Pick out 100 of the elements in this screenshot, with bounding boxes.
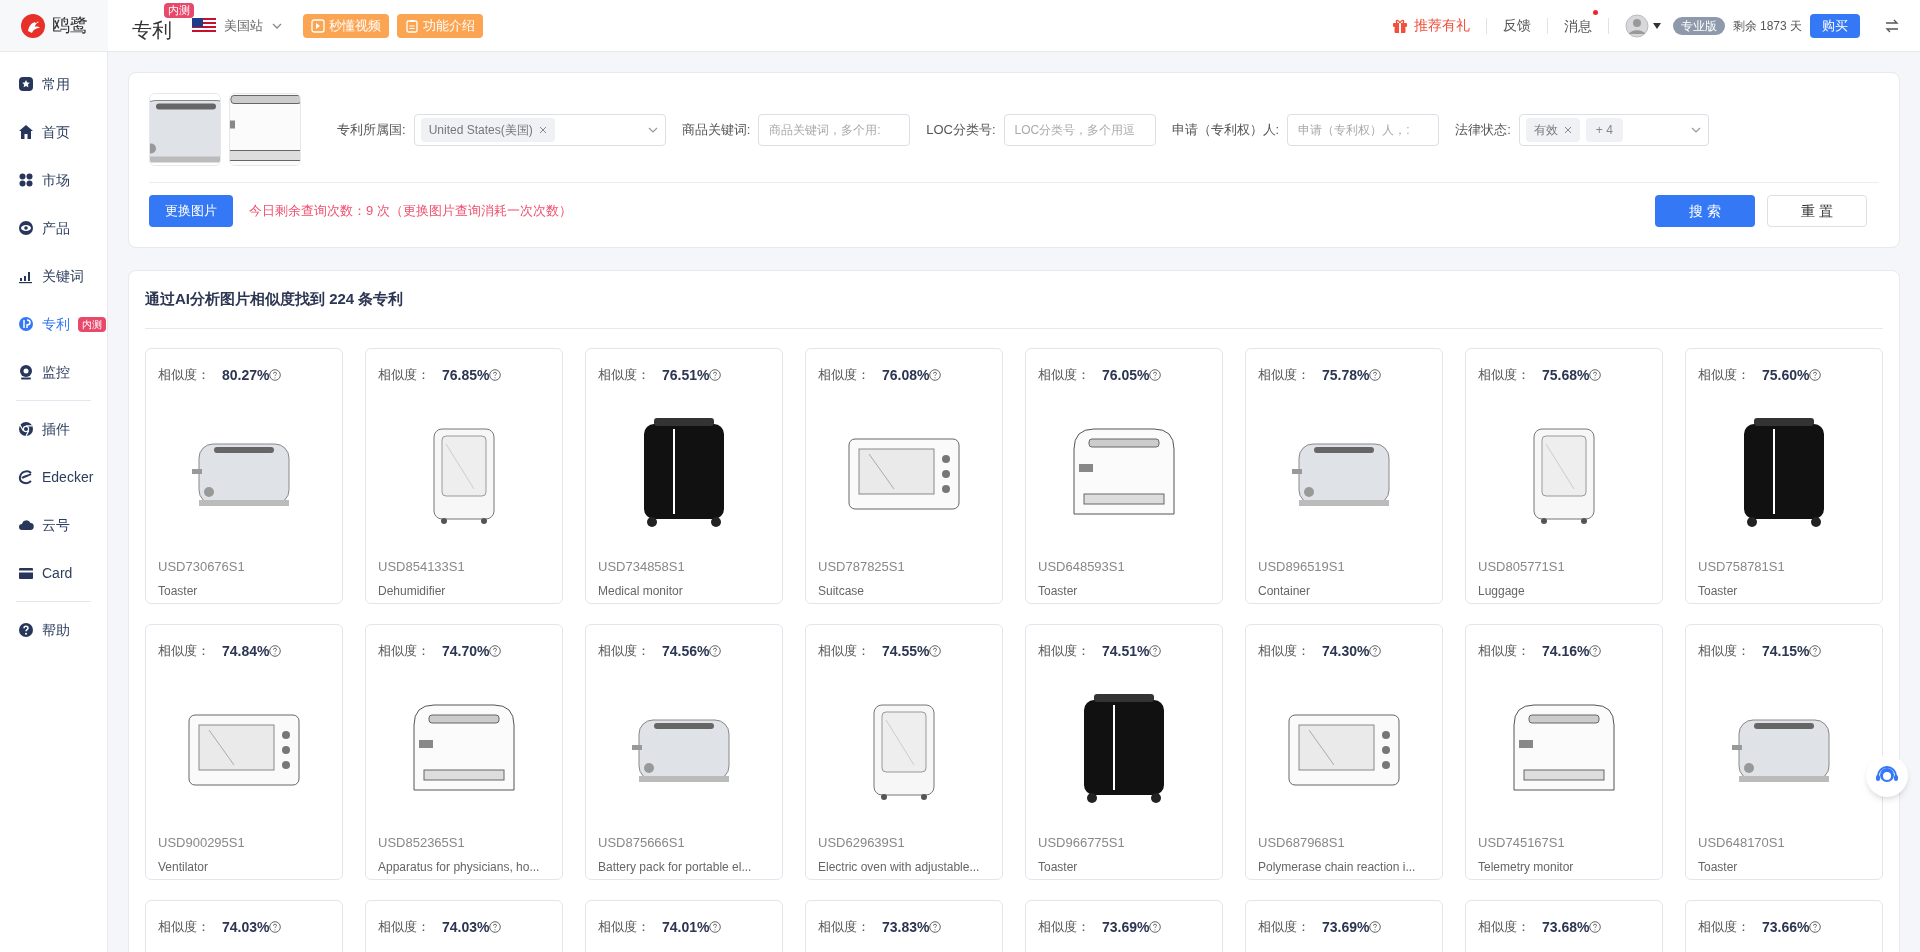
reset-button[interactable]: 重 置 <box>1767 195 1867 227</box>
patent-number: USD745167S1 <box>1478 833 1566 852</box>
help-icon[interactable] <box>929 369 942 381</box>
similarity-label: 相似度： <box>598 642 650 661</box>
close-icon[interactable] <box>538 125 547 134</box>
search-button[interactable]: 搜 索 <box>1655 195 1755 227</box>
help-icon[interactable] <box>1589 369 1602 381</box>
sidebar-item[interactable]: Edecker <box>0 453 107 501</box>
patent-card[interactable]: 相似度： 74.01% <box>585 899 783 952</box>
input-field[interactable]: 申请（专利权）人，: <box>1287 113 1440 146</box>
messages-link[interactable]: 消息 <box>1563 17 1592 34</box>
sidebar-item[interactable]: 帮助 <box>0 606 107 654</box>
help-icon[interactable] <box>709 921 722 933</box>
patent-card[interactable]: 相似度： 74.55% USD629639S1 Electric oven with adjustable... <box>805 623 1003 880</box>
help-icon[interactable] <box>1809 369 1822 381</box>
patent-card[interactable]: 相似度： 75.60% USD758781S1 Toaster <box>1685 347 1883 604</box>
similarity-label: 相似度： <box>818 918 870 937</box>
patent-card[interactable]: 相似度： 74.70% USD852365S1 Apparatus for physicians, ho... <box>365 623 563 880</box>
sidebar-item[interactable]: 产品 <box>0 204 107 252</box>
help-icon[interactable] <box>929 921 942 933</box>
patent-card[interactable]: 相似度： 74.56% USD875666S1 Battery pack for portable el... <box>585 623 783 880</box>
sidebar-item[interactable]: 首页 <box>0 108 107 156</box>
help-icon[interactable] <box>1369 921 1382 933</box>
patent-title: Suitcase <box>818 583 866 600</box>
close-icon[interactable] <box>1563 125 1572 134</box>
sidebar-item[interactable]: 插件 <box>0 405 107 453</box>
sidebar-item[interactable]: 监控 <box>0 348 107 396</box>
patent-card[interactable]: 相似度： 76.05% USD648593S1 Toaster <box>1025 347 1223 604</box>
sidebar-item[interactable]: 常用 <box>0 60 107 108</box>
home-icon <box>18 124 34 140</box>
referral-link[interactable]: 推荐有礼 <box>1391 15 1470 36</box>
select-field[interactable]: United States(美国) <box>413 113 666 146</box>
field-label: 商品关键词: <box>681 120 751 139</box>
sidebar-item[interactable]: 专利 内测 <box>0 300 107 348</box>
sidebar-item[interactable]: 关键词 <box>0 252 107 300</box>
similarity-value: 80.27% <box>222 365 270 385</box>
patent-number: USD629639S1 <box>818 833 906 852</box>
patent-card[interactable]: 相似度： 74.30% USD687968S1 Polymerase chain reaction i... <box>1245 623 1443 880</box>
buy-button[interactable]: 购买 <box>1810 13 1860 38</box>
dropdown-caret-icon[interactable] <box>1652 22 1661 29</box>
patent-card[interactable]: 相似度： 80.27% USD730676S1 Toaster <box>145 347 343 604</box>
help-icon[interactable] <box>269 645 282 657</box>
input-field[interactable]: LOC分类号，多个用逗 <box>1003 113 1156 146</box>
patent-card[interactable]: 相似度： 75.78% USD896519S1 Container <box>1245 347 1443 604</box>
similarity-label: 相似度： <box>1258 642 1310 661</box>
help-icon[interactable] <box>1809 645 1822 657</box>
similarity-label: 相似度： <box>1698 642 1750 661</box>
patent-card[interactable]: 相似度： 74.03% <box>145 899 343 952</box>
patent-card[interactable]: 相似度： 73.68% <box>1465 899 1663 952</box>
patent-card[interactable]: 相似度： 75.68% USD805771S1 Luggage <box>1465 347 1663 604</box>
change-image-button[interactable]: 更换图片 <box>149 195 233 227</box>
patent-card[interactable]: 相似度： 73.66% <box>1685 899 1883 952</box>
similarity-value: 74.70% <box>442 641 490 661</box>
help-icon[interactable] <box>1149 369 1162 381</box>
patent-card[interactable]: 相似度： 74.51% USD966775S1 Toaster <box>1025 623 1223 880</box>
help-icon[interactable] <box>489 645 502 657</box>
help-icon[interactable] <box>709 645 722 657</box>
switch-icon[interactable] <box>1884 17 1900 34</box>
patent-title: Ventilator <box>158 859 210 876</box>
patent-card[interactable]: 相似度： 76.85% USD854133S1 Dehumidifier <box>365 347 563 604</box>
help-icon[interactable] <box>1589 645 1602 657</box>
patent-card[interactable]: 相似度： 74.03% <box>365 899 563 952</box>
similarity-label: 相似度： <box>818 366 870 385</box>
patent-title: Telemetry monitor <box>1478 859 1575 876</box>
help-icon[interactable] <box>1369 369 1382 381</box>
help-icon[interactable] <box>929 645 942 657</box>
similarity-value: 74.84% <box>222 641 270 661</box>
help-icon[interactable] <box>489 921 502 933</box>
input-field[interactable]: 商品关键词，多个用: <box>758 113 911 146</box>
feedback-link[interactable]: 反馈 <box>1502 15 1531 36</box>
field-label: LOC分类号: <box>926 120 996 139</box>
help-icon[interactable] <box>1589 921 1602 933</box>
patent-card[interactable]: 相似度： 74.84% USD900295S1 Ventilator <box>145 623 343 880</box>
help-icon[interactable] <box>489 369 502 381</box>
patent-card[interactable]: 相似度： 73.83% <box>805 899 1003 952</box>
similarity-value: 73.69% <box>1102 917 1150 937</box>
sidebar-item[interactable]: Card <box>0 549 107 597</box>
patent-card[interactable]: 相似度： 74.15% USD648170S1 Toaster <box>1685 623 1883 880</box>
help-icon[interactable] <box>709 369 722 381</box>
help-icon[interactable] <box>1369 645 1382 657</box>
similarity-value: 73.66% <box>1762 917 1810 937</box>
help-icon[interactable] <box>269 369 282 381</box>
site-selector[interactable]: 美国站 <box>192 15 283 36</box>
sidebar-item[interactable]: 云号 <box>0 501 107 549</box>
patent-number: USD730676S1 <box>158 557 246 576</box>
patent-card[interactable]: 相似度： 76.51% USD734858S1 Medical monitor <box>585 347 783 604</box>
select-field[interactable]: 有效 + 4 <box>1518 113 1709 146</box>
patent-number: USD875666S1 <box>598 833 686 852</box>
sidebar-item[interactable]: 市场 <box>0 156 107 204</box>
patent-card[interactable]: 相似度： 74.16% USD745167S1 Telemetry monitor <box>1465 623 1663 880</box>
help-icon[interactable] <box>1149 921 1162 933</box>
patent-card[interactable]: 相似度： 73.69% <box>1025 899 1223 952</box>
help-icon[interactable] <box>269 921 282 933</box>
patent-number: USD787825S1 <box>818 557 906 576</box>
similarity-value: 75.68% <box>1542 365 1590 385</box>
patent-card[interactable]: 相似度： 76.08% USD787825S1 Suitcase <box>805 347 1003 604</box>
help-icon[interactable] <box>1149 645 1162 657</box>
help-icon[interactable] <box>1809 921 1822 933</box>
patent-title: Toaster <box>1038 859 1079 876</box>
patent-card[interactable]: 相似度： 73.69% <box>1245 899 1443 952</box>
